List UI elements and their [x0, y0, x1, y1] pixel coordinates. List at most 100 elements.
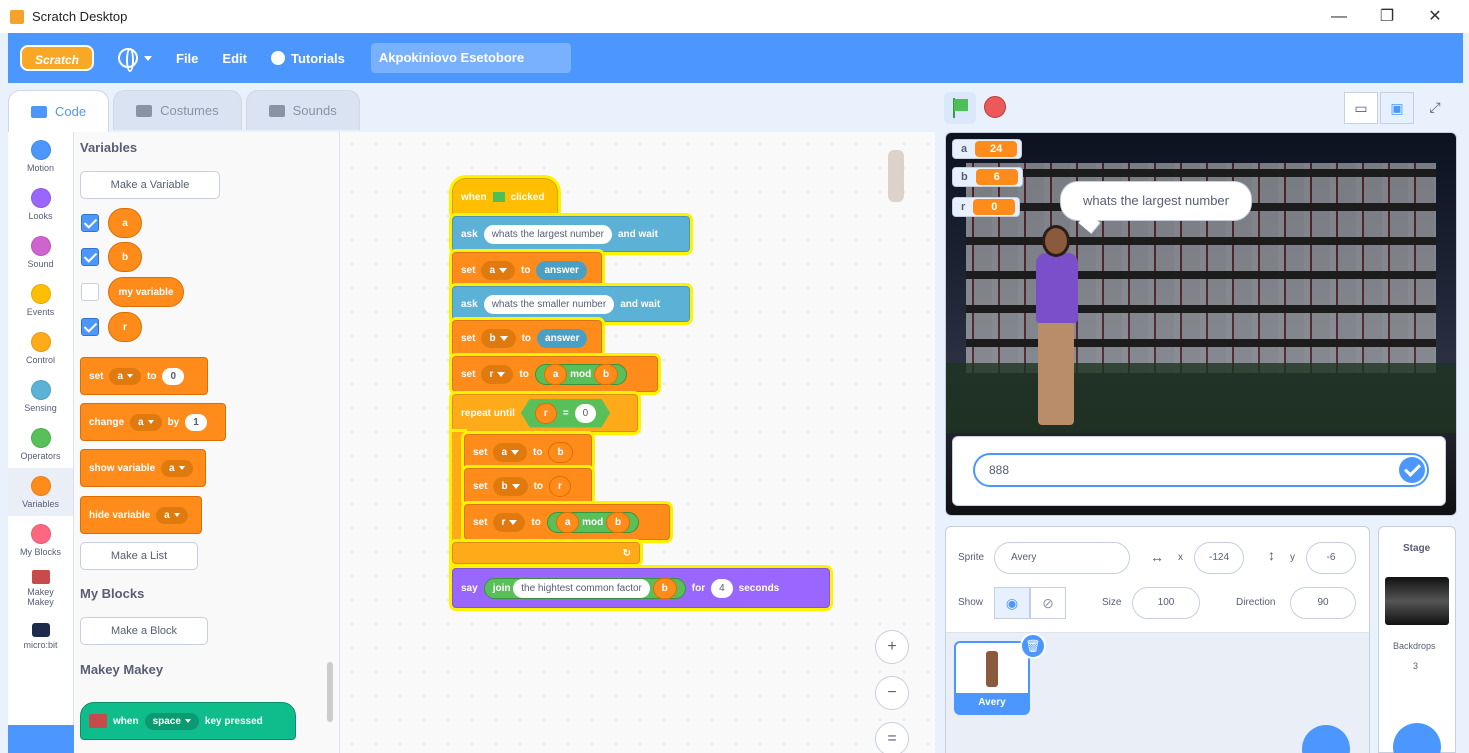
zoom-reset-button[interactable]: =	[875, 722, 909, 753]
add-extension-button[interactable]	[8, 725, 74, 753]
size-input[interactable]: 100	[1132, 587, 1200, 619]
variable-reporter[interactable]: a	[555, 511, 580, 533]
variable-reporter[interactable]: r	[534, 402, 557, 424]
variable-dropdown[interactable]: a	[156, 506, 188, 524]
sprite-avery-legs[interactable]	[1038, 321, 1074, 425]
trash-icon[interactable]: 🗑	[1020, 633, 1046, 659]
variable-dropdown[interactable]: r	[481, 364, 514, 384]
variable-dropdown[interactable]: b	[481, 328, 516, 348]
sprite-avery-body[interactable]	[1036, 253, 1078, 323]
variable-reporter[interactable]: b	[606, 511, 631, 533]
palette-scrollbar[interactable]	[327, 662, 333, 722]
tab-code[interactable]: Code	[8, 90, 110, 132]
variable-r-checkbox[interactable]	[81, 318, 99, 336]
variable-my-variable-checkbox[interactable]	[81, 283, 99, 301]
value-input[interactable]: 0	[574, 403, 597, 423]
category-sensing[interactable]: Sensing	[8, 372, 73, 420]
variable-monitor-a[interactable]: a 24	[952, 139, 1023, 159]
make-list-button[interactable]: Make a List	[80, 542, 198, 570]
answer-reporter[interactable]: answer	[536, 260, 587, 280]
variable-reporter[interactable]: b	[548, 441, 573, 463]
value-input[interactable]: 0	[162, 367, 185, 385]
key-dropdown[interactable]: space	[144, 712, 199, 730]
say-for-seconds-block[interactable]: say join the hightest common factor b fo…	[452, 568, 830, 608]
sprite-name-input[interactable]: Avery	[994, 542, 1130, 574]
category-makey-makey[interactable]: Makey Makey	[8, 564, 73, 612]
add-backdrop-button[interactable]	[1393, 723, 1441, 753]
variable-b-reporter[interactable]: b	[108, 242, 142, 272]
ask-and-wait-block-2[interactable]: ask whats the smaller number and wait	[452, 286, 690, 322]
category-events[interactable]: Events	[8, 276, 73, 324]
show-variable-block[interactable]: show variable a	[80, 449, 206, 487]
question-input[interactable]: whats the smaller number	[483, 294, 615, 314]
tutorials-menu[interactable]: Tutorials	[270, 51, 345, 66]
equals-operator[interactable]: r = 0	[520, 398, 611, 428]
variable-dropdown[interactable]: a	[130, 413, 162, 431]
tab-costumes[interactable]: Costumes	[113, 90, 242, 130]
zoom-out-button[interactable]: −	[875, 676, 909, 710]
variable-r-reporter[interactable]: r	[108, 312, 142, 342]
when-key-pressed-block[interactable]: when space key pressed	[80, 702, 296, 740]
variable-reporter[interactable]: b	[652, 577, 677, 599]
variable-dropdown[interactable]: b	[493, 476, 528, 496]
text-input[interactable]: the hightest common factor	[513, 578, 650, 598]
variable-reporter[interactable]: a	[543, 363, 568, 385]
zoom-in-button[interactable]: +	[875, 630, 909, 664]
answer-input[interactable]	[973, 453, 1429, 487]
set-b-to-answer-block[interactable]: set b to answer	[452, 320, 602, 356]
set-a-to-b-block[interactable]: set a to b	[464, 434, 592, 470]
set-b-to-r-block[interactable]: set b to r	[464, 468, 592, 504]
make-block-button[interactable]: Make a Block	[80, 617, 208, 645]
script-workspace[interactable]: when clicked ask whats the largest numbe…	[340, 132, 935, 753]
set-a-to-answer-block[interactable]: set a to answer	[452, 252, 602, 288]
answer-reporter[interactable]: answer	[537, 328, 588, 348]
scratch-logo[interactable]: Scratch	[20, 45, 94, 71]
change-variable-block[interactable]: change a by 1	[80, 403, 226, 441]
variable-monitor-r[interactable]: r 0	[952, 197, 1021, 217]
variable-dropdown[interactable]: r	[493, 512, 526, 532]
variable-dropdown[interactable]: a	[161, 459, 193, 477]
ask-and-wait-block[interactable]: ask whats the largest number and wait	[452, 216, 690, 252]
file-menu[interactable]: File	[176, 51, 198, 66]
when-flag-clicked-block[interactable]: when clicked	[452, 178, 558, 216]
question-input[interactable]: whats the largest number	[483, 224, 612, 244]
variable-reporter[interactable]: r	[549, 475, 571, 497]
mod-operator[interactable]: a mod b	[534, 363, 628, 385]
minimize-button[interactable]: —	[1315, 0, 1363, 33]
project-title-input[interactable]: Akpokiniovo Esetobore	[370, 43, 571, 73]
set-r-to-mod-block-2[interactable]: set r to a mod b	[464, 504, 670, 540]
category-sound[interactable]: Sound	[8, 228, 73, 276]
mod-operator[interactable]: a mod b	[546, 511, 640, 533]
value-input[interactable]: 1	[185, 413, 207, 431]
y-input[interactable]: -6	[1306, 542, 1356, 574]
restore-button[interactable]: ❐	[1363, 0, 1411, 33]
show-hidden-button[interactable]: ⊘	[1030, 587, 1066, 619]
tab-sounds[interactable]: Sounds	[245, 90, 360, 130]
stop-button[interactable]	[984, 96, 1006, 118]
green-flag-button[interactable]	[944, 92, 976, 124]
add-sprite-button[interactable]	[1302, 725, 1350, 753]
repeat-until-block[interactable]: repeat until r = 0	[452, 394, 638, 432]
category-motion[interactable]: Motion	[8, 132, 73, 180]
set-r-to-mod-block[interactable]: set r to a mod b	[452, 356, 658, 392]
variable-monitor-b[interactable]: b 6	[952, 167, 1023, 187]
close-button[interactable]: ✕	[1411, 0, 1459, 33]
hide-variable-block[interactable]: hide variable a	[80, 496, 202, 534]
category-looks[interactable]: Looks	[8, 180, 73, 228]
sprite-thumbnail-avery[interactable]: Avery	[954, 641, 1030, 715]
category-my-blocks[interactable]: My Blocks	[8, 516, 73, 564]
variable-dropdown[interactable]: a	[109, 367, 142, 385]
set-variable-block[interactable]: set a to 0	[80, 357, 208, 395]
seconds-input[interactable]: 4	[711, 578, 733, 598]
stage-thumbnail[interactable]	[1385, 577, 1449, 625]
category-control[interactable]: Control	[8, 324, 73, 372]
variable-my-variable-reporter[interactable]: my variable	[108, 277, 184, 307]
category-microbit[interactable]: micro:bit	[8, 612, 73, 660]
make-variable-button[interactable]: Make a Variable	[80, 171, 220, 199]
show-visible-button[interactable]: ◉	[994, 587, 1030, 619]
stage-selector[interactable]: Stage Backdrops 3	[1378, 526, 1456, 753]
variable-dropdown[interactable]: a	[493, 442, 528, 462]
variable-reporter[interactable]: b	[594, 363, 619, 385]
fullscreen-button[interactable]: ⤢	[1418, 92, 1452, 124]
small-stage-button[interactable]: ▭	[1344, 92, 1378, 124]
